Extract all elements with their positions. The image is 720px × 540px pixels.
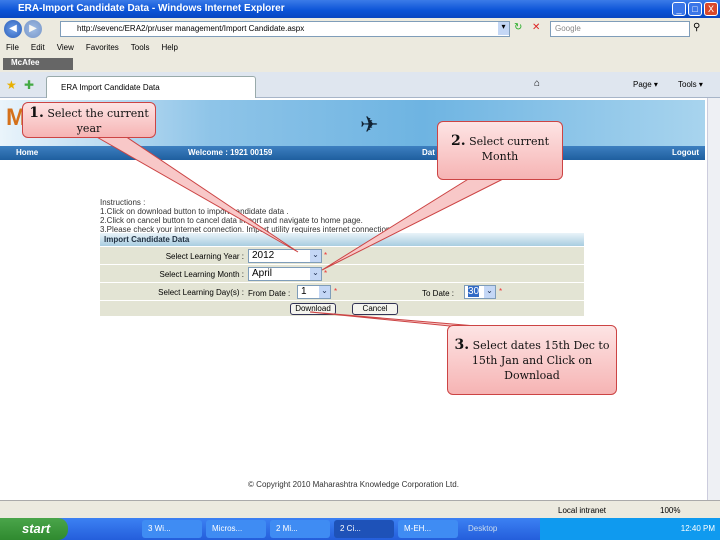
callout-2: 2. Select current Month [437,121,563,180]
callout-1: 1. Select the current year [22,102,156,138]
callout-2-pointer [321,177,506,271]
callout-1-pointer [93,135,299,253]
callout-3: 3. Select dates 15th Dec to 15th Jan and… [447,325,617,395]
callout-pointers [93,135,506,329]
